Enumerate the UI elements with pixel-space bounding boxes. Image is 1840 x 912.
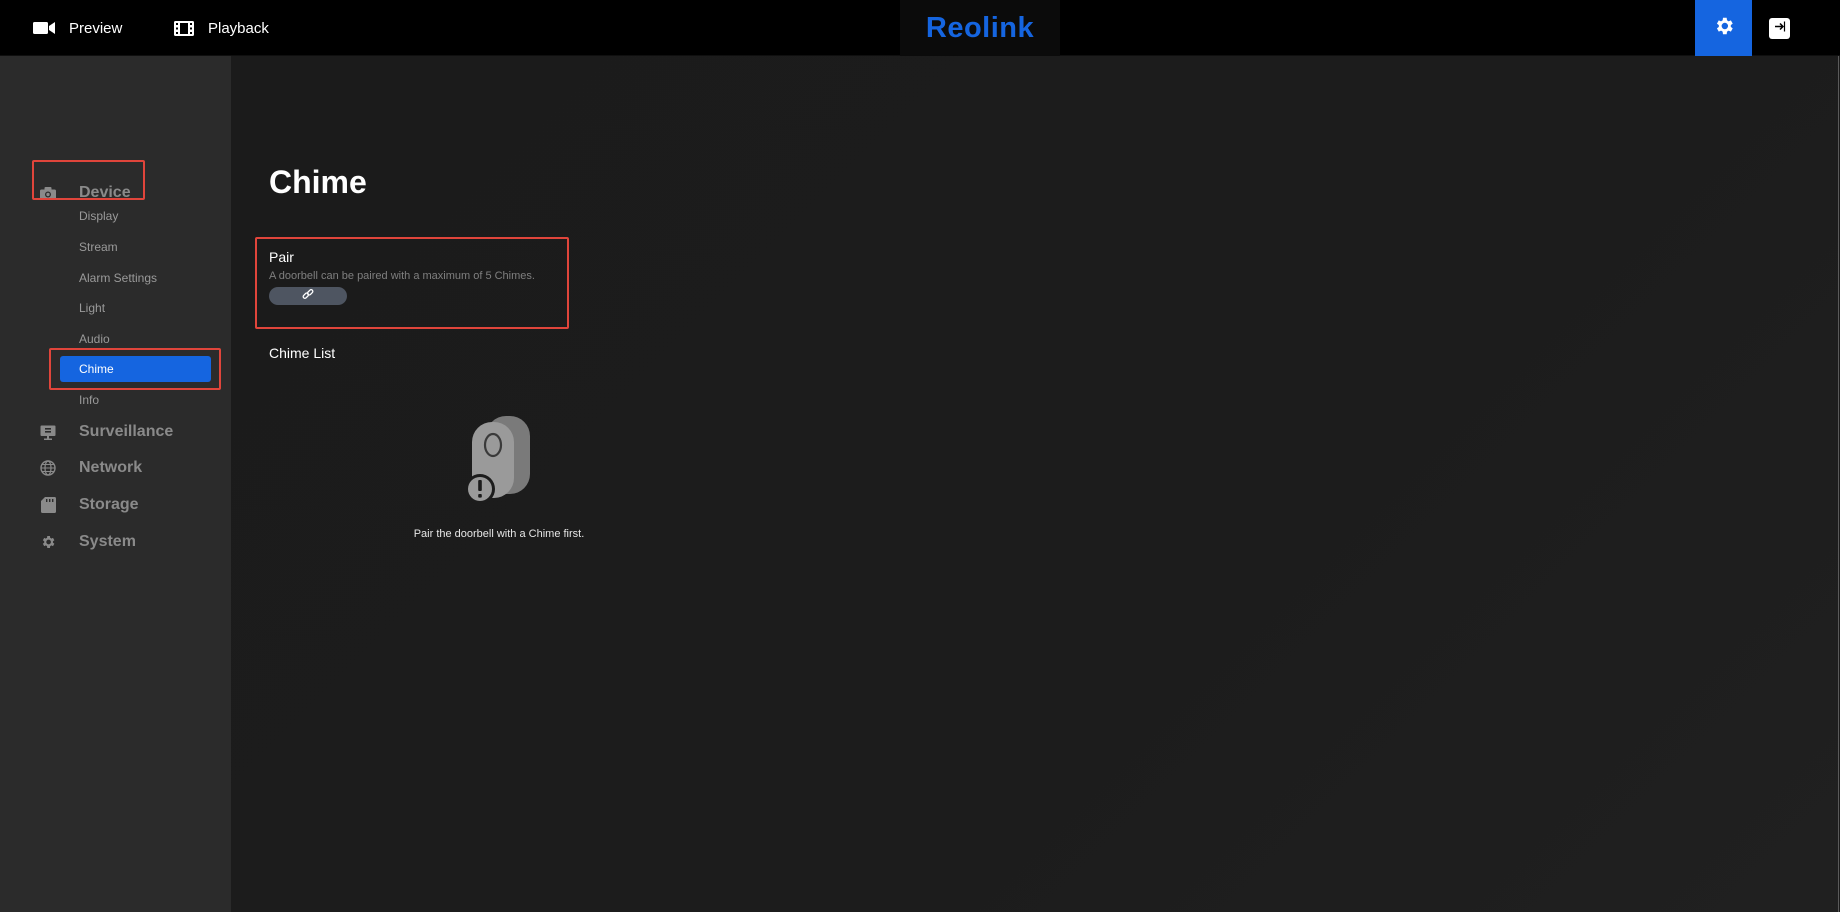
chime-list-title: Chime List	[269, 345, 336, 361]
sidebar-item-info[interactable]: Info	[79, 390, 99, 410]
sidebar-item-audio[interactable]: Audio	[79, 329, 110, 349]
main-content: Chime Pair A doorbell can be paired with…	[231, 56, 1838, 912]
pair-description: A doorbell can be paired with a maximum …	[269, 270, 535, 282]
settings-button[interactable]	[1695, 0, 1752, 56]
sidebar-group-system[interactable]: System	[0, 527, 231, 557]
chime-warning-icon	[462, 416, 542, 536]
video-camera-icon	[33, 21, 55, 35]
sidebar-group-label: System	[79, 533, 136, 550]
film-icon	[174, 20, 194, 36]
sidebar-group-label: Network	[79, 459, 143, 476]
sidebar-item-display[interactable]: Display	[79, 206, 118, 226]
sidebar-item-stream[interactable]: Stream	[79, 237, 118, 257]
preview-label: Preview	[69, 19, 123, 37]
top-bar: Preview Playback Reolink	[0, 0, 1840, 56]
highlight-pair-section	[255, 237, 569, 329]
playback-tab[interactable]: Playback	[174, 0, 269, 56]
sidebar-group-label: Surveillance	[79, 423, 174, 440]
sd-card-icon	[40, 497, 56, 513]
link-icon	[302, 287, 314, 305]
logout-icon	[1773, 20, 1786, 38]
gear-icon	[1713, 15, 1735, 42]
sidebar-group-label: Storage	[79, 496, 139, 513]
logo-text: Reolink	[925, 11, 1035, 44]
globe-icon	[40, 460, 56, 476]
monitor-icon	[40, 424, 56, 440]
sidebar-group-network[interactable]: Network	[0, 453, 231, 483]
sidebar-group-surveillance[interactable]: Surveillance	[0, 417, 231, 447]
sidebar-item-alarm-settings[interactable]: Alarm Settings	[79, 268, 157, 288]
window-edge	[1838, 56, 1839, 912]
pair-section-title: Pair	[269, 249, 294, 265]
reolink-logo: Reolink	[900, 0, 1060, 56]
preview-tab[interactable]: Preview	[33, 0, 122, 56]
sidebar-item-light[interactable]: Light	[79, 298, 105, 318]
sidebar-group-device[interactable]: Device	[0, 178, 231, 208]
camera-icon	[40, 185, 56, 201]
sidebar-item-chime[interactable]: Chime	[60, 356, 211, 382]
logout-button[interactable]	[1769, 18, 1790, 39]
gear-icon	[40, 534, 56, 550]
playback-label: Playback	[208, 19, 269, 37]
sidebar-group-storage[interactable]: Storage	[0, 490, 231, 520]
pair-button[interactable]	[269, 287, 347, 305]
page-title: Chime	[269, 164, 367, 200]
sidebar: Device Display Stream Alarm Settings Lig…	[0, 56, 231, 912]
sidebar-group-label: Device	[79, 184, 131, 201]
empty-state-text: Pair the doorbell with a Chime first.	[413, 528, 585, 540]
